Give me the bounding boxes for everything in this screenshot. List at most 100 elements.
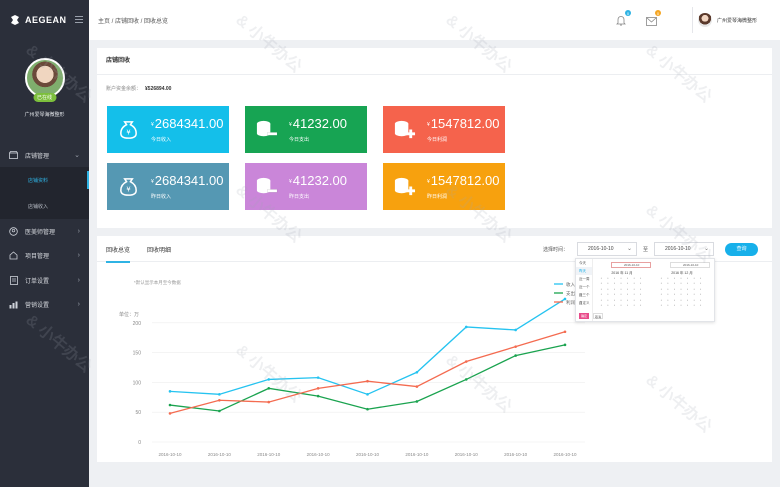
mail-badge: 0 [655, 10, 661, 16]
sidebar-item-orders[interactable]: 订单设置 › [0, 268, 89, 293]
data-point [366, 379, 369, 383]
data-point [514, 345, 517, 348]
data-point [563, 343, 567, 347]
stat-card[interactable]: ¥ ¥2684341.00 昨日收入 [107, 163, 229, 210]
calendar-day[interactable]: • [605, 276, 612, 280]
calendar-day[interactable]: • [697, 276, 704, 280]
calendar-day[interactable]: • [678, 276, 685, 280]
calendar-day[interactable]: • [605, 298, 612, 302]
sidebar-item-projects[interactable]: 项目管理 › [0, 244, 89, 269]
calendar-day[interactable]: • [631, 281, 638, 285]
date-picker-cancel-button[interactable]: 取消 [593, 313, 603, 319]
stat-value: ¥41232.00 [289, 117, 347, 132]
calendar-day[interactable]: • [691, 292, 698, 296]
calendar-day[interactable]: • [631, 292, 638, 296]
sidebar-subitem-shop-income[interactable]: 店铺收入 [0, 193, 89, 219]
calendar-day[interactable]: • [691, 298, 698, 302]
calendar-day[interactable]: • [678, 298, 685, 302]
calendar-day[interactable]: • [678, 287, 685, 291]
menu-toggle-icon[interactable] [75, 16, 83, 23]
series-line [169, 331, 566, 415]
calendar-day[interactable]: • [637, 298, 644, 302]
calendar-day[interactable]: • [631, 276, 638, 280]
date-range-preset[interactable]: 昨天 [576, 267, 592, 275]
calendar-day[interactable]: • [691, 287, 698, 291]
date-picker-input-left[interactable]: 2016-10-10 [611, 262, 651, 268]
sidebar-item-doctors[interactable]: 医美师管理 › [0, 219, 89, 244]
calendar-day[interactable]: • [637, 276, 644, 280]
calendar-day[interactable]: • [697, 298, 704, 302]
money-bag-icon: ¥ [117, 175, 140, 198]
calendar-day[interactable]: • [618, 276, 625, 280]
calendar-day[interactable]: • [697, 292, 704, 296]
calendar-day[interactable]: • [631, 287, 638, 291]
calendar-day[interactable]: • [665, 303, 672, 307]
coins-plus-icon [393, 118, 416, 141]
date-range-preset[interactable]: 今天 [576, 259, 592, 267]
calendar-grid-left[interactable]: • • • • • • • • • • • • • • • • • • • • • • • • • • • • • • • • • • • • • • • •… [598, 276, 644, 307]
calendar-day[interactable]: • [618, 303, 625, 307]
mail-icon[interactable]: 0 [646, 10, 661, 26]
calendar-day[interactable]: • [678, 303, 685, 307]
date-picker-popup: 今天 昨天 近一周 近一个月 近三个月 自定义 2016-10-10 2016-10-10… [575, 258, 715, 322]
stat-card[interactable]: ¥41232.00 昨日支出 [245, 163, 367, 210]
calendar-day[interactable]: • [618, 287, 625, 291]
calendar-day[interactable]: • [631, 303, 638, 307]
calendar-day[interactable]: • [691, 276, 698, 280]
calendar-day[interactable]: • [637, 292, 644, 296]
x-tick-label: 2016-10-10 [405, 452, 429, 457]
sidebar-subitem-shop-info[interactable]: 店铺资料 [0, 167, 89, 193]
data-point [168, 403, 172, 407]
calendar-day[interactable]: • [637, 287, 644, 291]
sidebar: AEGEAN 已在线 广州爱琴海微整形 店铺管理 ⌄ 店铺资料 店铺收入 医美师… [0, 0, 89, 487]
calendar-day[interactable]: • [691, 303, 698, 307]
sidebar-item-label: 店铺管理 [25, 153, 50, 160]
calendar-day[interactable]: • [605, 287, 612, 291]
calendar-day[interactable]: • [605, 292, 612, 296]
date-picker-ok-button[interactable]: 确定 [579, 313, 589, 319]
stat-card[interactable]: ¥1547812.00 今日利润 [383, 106, 505, 153]
date-range-preset[interactable]: 近一个月 [576, 283, 592, 297]
calendar-day[interactable]: • [665, 281, 672, 285]
stat-card[interactable]: ¥41232.00 今日支出 [245, 106, 367, 153]
stat-card[interactable]: ¥1547812.00 昨日利润 [383, 163, 505, 210]
stat-label: 昨日收入 [151, 193, 172, 200]
calendar-day[interactable]: • [697, 303, 704, 307]
calendar-day[interactable]: • [618, 298, 625, 302]
avatar[interactable]: 已在线 [24, 58, 65, 102]
date-range-preset[interactable]: 近三个月 [576, 291, 592, 305]
calendar-day[interactable]: • [637, 281, 644, 285]
calendar-day[interactable]: • [678, 292, 685, 296]
calendar-day[interactable]: • [691, 281, 698, 285]
calendar-day[interactable]: • [678, 281, 685, 285]
date-range-preset[interactable]: 近一周 [576, 275, 592, 283]
calendar-day[interactable]: • [665, 298, 672, 302]
sidebar-item-marketing[interactable]: 营销设置 › [0, 293, 89, 318]
date-range-preset[interactable]: 自定义 [576, 299, 592, 307]
sidebar-item-label: 订单设置 [25, 278, 50, 285]
profile: 已在线 广州爱琴海微整形 [0, 40, 89, 143]
calendar-day[interactable]: • [697, 287, 704, 291]
calendar-grid-right[interactable]: • • • • • • • • • • • • • • • • • • • • • • • • • • • • • • • • • • • • • • • •… [658, 276, 704, 307]
stat-currency: ¥ [151, 121, 154, 128]
date-picker-input-right[interactable]: 2016-10-10 [670, 262, 710, 268]
data-point [366, 393, 369, 396]
user-menu[interactable]: 广州爱琴海微整形 [692, 7, 780, 33]
calendar-day[interactable]: • [618, 281, 625, 285]
calendar-day[interactable]: • [631, 298, 638, 302]
calendar-day[interactable]: • [618, 292, 625, 296]
calendar-day[interactable]: • [665, 292, 672, 296]
y-tick-label: 0 [138, 440, 141, 446]
calendar-day[interactable]: • [697, 281, 704, 285]
calendar-day[interactable]: • [605, 281, 612, 285]
calendar-day[interactable]: • [665, 287, 672, 291]
x-tick-label: 2016-10-10 [455, 452, 479, 457]
bell-icon[interactable]: 0 [616, 10, 631, 26]
sidebar-item-shop[interactable]: 店铺管理 ⌄ [0, 143, 89, 167]
stat-card[interactable]: ¥ ¥2684341.00 今日收入 [107, 106, 229, 153]
calendar-day[interactable]: • [665, 276, 672, 280]
calendar-day[interactable]: • [637, 303, 644, 307]
analysis-panel: 回收总览 回收明细 选择时间： 2016-10-10 ⌄ 至 2016-10-10… [97, 236, 772, 462]
data-point [267, 387, 271, 390]
calendar-day[interactable]: • [605, 303, 612, 307]
